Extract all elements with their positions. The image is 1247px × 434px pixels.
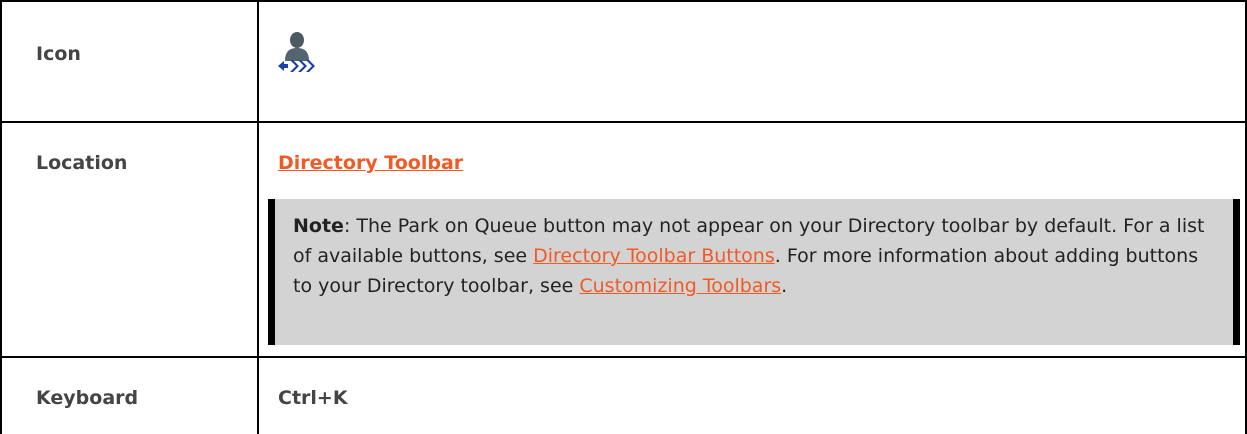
keyboard-shortcut: Ctrl+K (278, 387, 348, 409)
table-top-border (0, 0, 1247, 2)
location-row-label: Location (36, 152, 128, 174)
keyboard-row-label: Keyboard (36, 387, 139, 409)
row-divider-1 (0, 121, 1247, 123)
icon-row-label: Icon (36, 43, 81, 65)
park-on-queue-icon (276, 31, 316, 75)
directory-toolbar-link[interactable]: Directory Toolbar (278, 152, 463, 174)
customizing-toolbars-link[interactable]: Customizing Toolbars (579, 275, 781, 297)
directory-toolbar-buttons-link[interactable]: Directory Toolbar Buttons (533, 245, 775, 267)
note-prefix: Note (293, 215, 344, 237)
note-box: Note: The Park on Queue button may not a… (268, 199, 1240, 345)
location-value: Directory Toolbar (278, 150, 463, 176)
table-left-border (0, 0, 2, 434)
properties-table: Icon Location Directory Toolbar Note: Th… (0, 0, 1247, 434)
table-column-divider (257, 0, 259, 434)
row-divider-2 (0, 356, 1247, 358)
note-text-3: . (781, 275, 788, 297)
